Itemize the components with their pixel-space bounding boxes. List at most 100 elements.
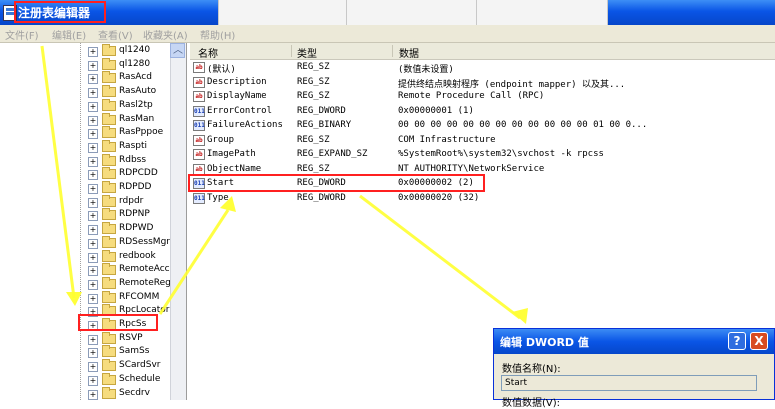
tree-item[interactable]: + RasAcd (88, 71, 178, 85)
folder-icon (102, 98, 116, 111)
folder-icon (102, 167, 116, 180)
folder-icon (102, 263, 116, 276)
column-data[interactable]: 数据 (399, 45, 419, 60)
menu-favorites[interactable]: 收藏夹(A) (143, 27, 188, 42)
expand-icon[interactable]: + (88, 170, 98, 181)
folder-icon (102, 249, 116, 262)
tree-item[interactable]: + Rasl2tp (88, 98, 178, 113)
value-data: %SystemRoot%\system32\svchost -k rpcss (398, 149, 604, 159)
tree-item[interactable]: + RFCOMM (88, 290, 178, 305)
expand-icon[interactable]: + (88, 238, 98, 249)
list-row[interactable]: ab ImagePath REG_EXPAND_SZ %SystemRoot%\sys… (190, 148, 770, 162)
expand-icon[interactable]: + (88, 47, 98, 57)
tree-item[interactable]: + SCardSvr (88, 359, 178, 373)
expand-icon[interactable]: + (88, 334, 98, 345)
menu-view[interactable]: 查看(V) (98, 27, 133, 42)
column-divider[interactable] (392, 45, 393, 57)
menu-edit[interactable]: 编辑(E) (52, 27, 86, 42)
expand-icon[interactable]: + (88, 184, 98, 194)
expand-icon[interactable]: + (88, 60, 98, 71)
tree-item-label: RDPCDD (119, 168, 158, 179)
folder-icon (102, 71, 116, 84)
expand-icon[interactable]: + (88, 279, 98, 290)
list-row[interactable]: ab DisplayName REG_SZ Remote Procedure Call… (190, 90, 770, 104)
close-button[interactable]: X (750, 332, 768, 350)
value-name: ErrorControl (207, 105, 273, 116)
list-row[interactable]: 011 ErrorControl REG_DWORD 0x00000001 (1) (190, 105, 770, 119)
tree-item[interactable]: + RDPNP (88, 208, 178, 222)
tree-item[interactable]: + ql1240 (88, 44, 178, 58)
tree-item[interactable]: + Schedule (88, 372, 178, 387)
tree-item[interactable]: + RasAuto (88, 85, 178, 99)
tree-item[interactable]: + RDPWD (88, 222, 178, 236)
column-name[interactable]: 名称 (198, 45, 218, 60)
value-name: FailureActions (207, 120, 283, 130)
expand-icon[interactable]: + (88, 348, 98, 359)
expand-icon[interactable]: + (88, 293, 98, 304)
value-data: 提供终结点映射程序 (endpoint mapper) 以及其... (398, 79, 626, 90)
expand-icon[interactable]: + (88, 74, 98, 85)
tree-item-label: RemoteRegi (119, 277, 174, 288)
list-row[interactable]: ab Description REG_SZ 提供终结点映射程序 (endpoint m… (190, 76, 770, 90)
tree-item[interactable]: + rdpdr (88, 194, 178, 209)
column-divider[interactable] (291, 45, 292, 57)
tree-item-label: Raspti (119, 140, 148, 151)
column-type[interactable]: 类型 (297, 45, 317, 60)
value-data: NT AUTHORITY\NetworkService (398, 163, 545, 174)
expand-icon[interactable]: + (88, 101, 98, 112)
tree-item[interactable]: + RDSessMgr (88, 235, 178, 250)
list-row[interactable]: ab Group REG_SZ COM Infrastructure (190, 134, 770, 148)
tree-item-label: redbook (119, 250, 156, 261)
tree-item-label: RasMan (119, 113, 155, 124)
menu-file[interactable]: 文件(F) (5, 27, 39, 42)
dialog-title: 编辑 DWORD 值 (500, 336, 589, 349)
help-button[interactable]: ? (728, 332, 746, 350)
expand-icon[interactable]: + (88, 115, 98, 126)
value-data: 00 00 00 00 00 00 00 00 00 00 00 00 01 0… (398, 120, 648, 130)
tree-scrollbar[interactable] (170, 43, 186, 400)
tree-item[interactable]: + Raspti (88, 139, 178, 154)
expand-icon[interactable]: + (88, 156, 98, 167)
folder-icon (102, 126, 116, 139)
tree-item[interactable]: + RDPDD (88, 181, 178, 195)
tree-item-label: RasAuto (119, 86, 157, 97)
value-name: Type (207, 192, 229, 203)
tree-item[interactable]: + RemoteRegi (88, 276, 178, 291)
tree-item[interactable]: + RSVP (88, 331, 178, 346)
list-row[interactable]: ab (默认) REG_SZ (数值未设置) (190, 61, 770, 75)
scroll-up-icon[interactable] (170, 41, 185, 58)
tree-item[interactable]: + ql1280 (88, 57, 178, 72)
tree-item[interactable]: + Rdbss (88, 153, 178, 168)
tree-item[interactable]: + RDPCDD (88, 167, 178, 181)
value-name-field[interactable]: Start (501, 375, 757, 391)
expand-icon[interactable]: + (88, 375, 98, 386)
menu-help[interactable]: 帮助(H) (200, 27, 235, 42)
list-row[interactable]: 011 Type REG_DWORD 0x00000020 (32) (190, 192, 770, 206)
expand-icon[interactable]: + (88, 129, 98, 140)
value-type: REG_SZ (297, 134, 330, 145)
expand-icon[interactable]: + (88, 252, 98, 263)
tree-item[interactable]: + RemoteAcce (88, 263, 178, 277)
tree-item[interactable]: + SamSs (88, 345, 178, 359)
expand-icon[interactable]: + (88, 266, 98, 277)
value-data: 0x00000020 (32) (398, 192, 480, 203)
value-type: REG_SZ (297, 62, 330, 72)
value-data: 0x00000001 (1) (398, 105, 474, 116)
expand-icon[interactable]: + (88, 197, 98, 208)
list-row[interactable]: 011 FailureActions REG_BINARY 00 00 00 00 0… (190, 119, 770, 133)
list-header: 名称 类型 数据 (190, 43, 775, 60)
expand-icon[interactable]: + (88, 389, 98, 400)
value-type: REG_SZ (297, 76, 330, 87)
string-value-icon: ab (193, 62, 205, 73)
tree-item[interactable]: + Secdrv (88, 386, 178, 401)
expand-icon[interactable]: + (88, 225, 98, 236)
folder-icon (102, 194, 116, 207)
tree-item[interactable]: + redbook (88, 249, 178, 264)
tree-item[interactable]: + RasPppoe (88, 126, 178, 140)
tree-item[interactable]: + RasMan (88, 112, 178, 127)
expand-icon[interactable]: + (88, 142, 98, 153)
expand-icon[interactable]: + (88, 88, 98, 99)
expand-icon[interactable]: + (88, 362, 98, 373)
expand-icon[interactable]: + (88, 211, 98, 222)
value-name: ObjectName (207, 163, 262, 174)
